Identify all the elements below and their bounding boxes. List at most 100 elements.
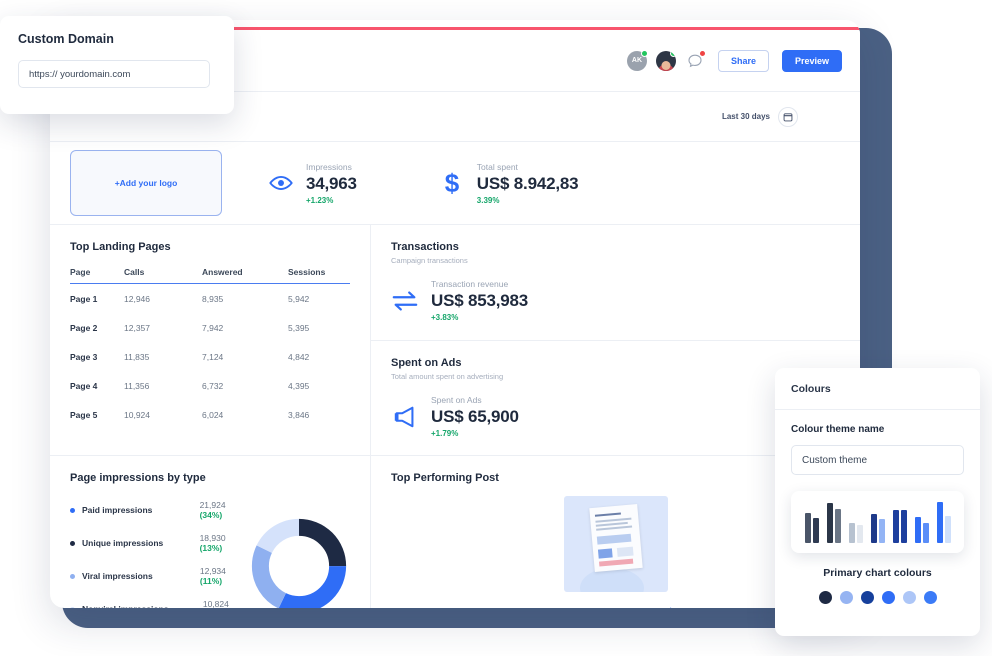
kpi-impressions: Impressions 34,963 +1.23% — [268, 162, 357, 205]
kpi-value: 34,963 — [306, 174, 357, 194]
panel-subtitle: Campaign transactions — [391, 256, 840, 265]
eye-icon — [268, 170, 294, 196]
dashboard-bottom: Page impressions by type Paid impression… — [50, 456, 860, 608]
colour-swatch[interactable] — [861, 591, 874, 604]
share-button[interactable]: Share — [718, 50, 769, 72]
panel-title: Page impressions by type — [70, 472, 350, 484]
panel-title: Top Landing Pages — [70, 241, 350, 253]
screenshot-stage: AK Share Preview Last 30 days — [0, 0, 992, 656]
colours-panel-header: Colours — [775, 368, 980, 410]
stat-value: 32,043 — [682, 607, 708, 608]
post-stat-views: 54,053 — [524, 606, 568, 608]
post-stat-shares: 19,035 — [594, 606, 638, 608]
cell-calls: 11,356 — [124, 371, 202, 400]
column-header: Answered — [202, 267, 288, 284]
bar-pair — [849, 523, 863, 543]
dashboard-body: +Add your logo Impressions 34,963 +1.23% — [50, 142, 860, 608]
colours-panel-title: Colours — [791, 383, 831, 395]
notifications-button[interactable] — [685, 51, 705, 71]
post-thumbnail[interactable] — [564, 496, 668, 592]
theme-name-input[interactable]: Custom theme — [791, 445, 964, 475]
custom-domain-title: Custom Domain — [18, 32, 216, 46]
thumbnail-mug-shape — [580, 568, 644, 592]
legend-item: Viral impressions 12,934 (11%) — [70, 566, 248, 586]
column-header: Page — [70, 267, 124, 284]
legend-percent: (13%) — [200, 543, 223, 553]
legend-item: Unique impressions 18,930 (13%) — [70, 533, 248, 553]
kpi-row: +Add your logo Impressions 34,963 +1.23% — [50, 142, 860, 224]
column-header: Sessions — [288, 267, 350, 284]
bar-chart-preview — [791, 491, 964, 553]
primary-colours-label: Primary chart colours — [791, 567, 964, 579]
colour-swatch[interactable] — [882, 591, 895, 604]
metric-label: Spent on Ads — [431, 395, 519, 405]
legend-item: Paid impressions 21,924 (34%) — [70, 500, 248, 520]
legend-color-dot — [70, 541, 75, 546]
cell-answered: 7,124 — [202, 342, 288, 371]
custom-domain-input[interactable]: https:// yourdomain.com — [18, 60, 210, 88]
panel-subtitle: Total amount spent on advertising — [391, 372, 840, 381]
table-row: Page 5 10,924 6,024 3,846 — [70, 400, 350, 429]
cell-sessions: 3,846 — [288, 400, 350, 429]
transfer-arrows-icon — [391, 289, 419, 313]
dashboard-middle: Top Landing Pages Page Calls Answered Se… — [50, 225, 860, 455]
cell-sessions: 4,842 — [288, 342, 350, 371]
date-range-label[interactable]: Last 30 days — [722, 112, 770, 121]
kpi-total-spent: $ Total spent US$ 8.942,83 3.39% — [439, 162, 579, 205]
share-arrow-icon — [594, 606, 606, 608]
bar-pair — [805, 513, 819, 543]
cell-page: Page 4 — [70, 371, 124, 400]
kpi-label: Total spent — [477, 162, 579, 172]
avatar[interactable] — [656, 51, 676, 71]
cell-answered: 7,942 — [202, 313, 288, 342]
kpi-delta: 3.39% — [477, 196, 579, 205]
bar-pair — [937, 502, 951, 543]
cell-calls: 10,924 — [124, 400, 202, 429]
metric-delta: +3.83% — [431, 313, 528, 322]
landing-pages-table: Page Calls Answered Sessions Page 1 12,9… — [70, 267, 350, 429]
cell-calls: 12,357 — [124, 313, 202, 342]
calendar-button[interactable] — [778, 107, 798, 127]
donut-chart — [248, 500, 350, 608]
cell-calls: 12,946 — [124, 284, 202, 314]
transactions-panel: Transactions Campaign transactions Trans… — [371, 225, 860, 340]
colours-panel: Colours Colour theme name Custom theme P… — [775, 368, 980, 636]
svg-text:$: $ — [445, 168, 460, 198]
post-stat-likes: 32,043 — [664, 606, 708, 608]
online-status-dot — [641, 50, 648, 57]
donut-legend: Paid impressions 21,924 (34%) Unique imp… — [70, 500, 248, 608]
cell-answered: 8,935 — [202, 284, 288, 314]
thumbs-up-icon — [664, 606, 676, 608]
colour-swatch[interactable] — [924, 591, 937, 604]
legend-color-dot — [70, 508, 75, 513]
legend-percent: (11%) — [200, 576, 222, 586]
colour-swatch[interactable] — [903, 591, 916, 604]
cell-answered: 6,024 — [202, 400, 288, 429]
legend-value: 21,924 — [200, 500, 226, 510]
cell-sessions: 4,395 — [288, 371, 350, 400]
legend-value: 10,824 — [203, 599, 229, 608]
post-stats-row: 54,053 19,035 — [391, 606, 840, 608]
legend-color-dot — [70, 574, 75, 579]
custom-domain-card: Custom Domain https:// yourdomain.com — [0, 16, 234, 114]
avatar[interactable]: AK — [627, 51, 647, 71]
cell-page: Page 5 — [70, 400, 124, 429]
add-logo-button[interactable]: +Add your logo — [70, 150, 222, 216]
metric-value: US$ 853,983 — [431, 291, 528, 311]
colour-swatch[interactable] — [819, 591, 832, 604]
legend-value: 12,934 — [200, 566, 226, 576]
online-status-dot — [670, 51, 676, 57]
bar-pair — [827, 503, 841, 543]
cell-page: Page 2 — [70, 313, 124, 342]
metric-label: Transaction revenue — [431, 279, 528, 289]
custom-domain-value: https:// yourdomain.com — [29, 69, 130, 80]
stat-value: 19,035 — [612, 607, 638, 608]
preview-button[interactable]: Preview — [782, 50, 842, 72]
legend-label: Unique impressions — [82, 538, 200, 548]
eye-icon — [524, 606, 536, 608]
colour-swatch[interactable] — [840, 591, 853, 604]
theme-name-label: Colour theme name — [791, 424, 964, 435]
avatar-initials: AK — [632, 57, 642, 64]
kpi-delta: +1.23% — [306, 196, 357, 205]
table-row: Page 2 12,357 7,942 5,395 — [70, 313, 350, 342]
